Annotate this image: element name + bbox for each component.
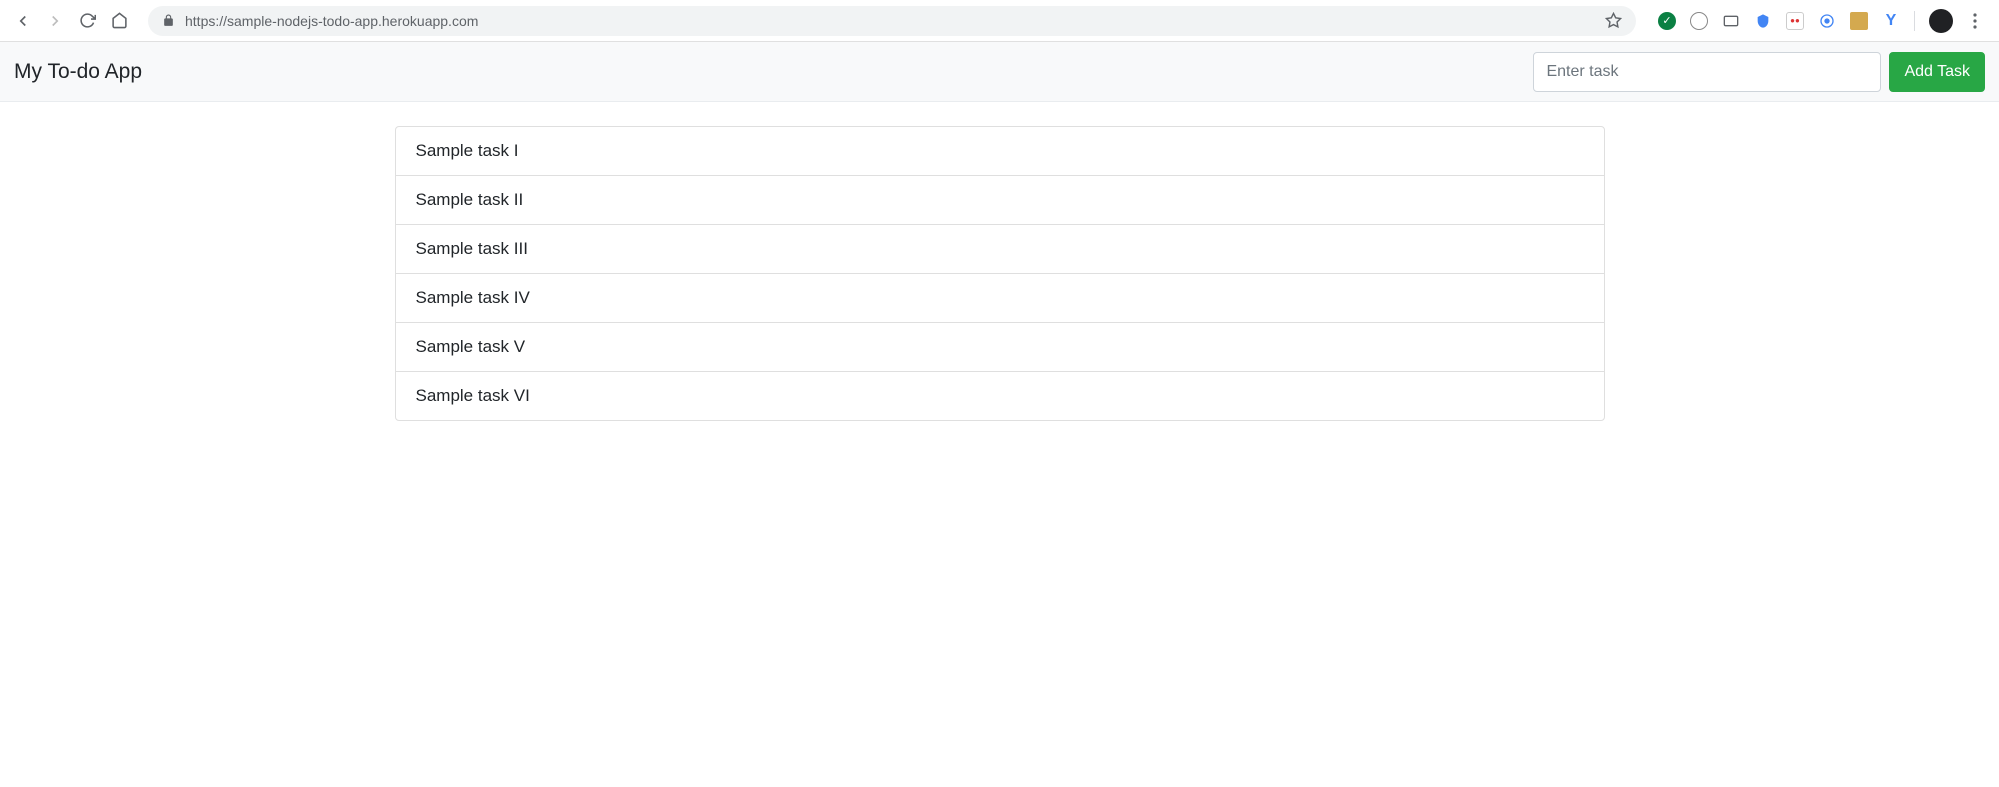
app-title: My To-do App [14,60,142,84]
app-header: My To-do App Add Task [0,42,1999,102]
address-bar[interactable]: https://sample-nodejs-todo-app.herokuapp… [148,6,1636,36]
add-task-button[interactable]: Add Task [1889,52,1985,92]
star-icon[interactable] [1605,12,1622,29]
reload-icon[interactable] [78,12,96,30]
extension-icon[interactable] [1850,12,1868,30]
extension-icon[interactable] [1818,12,1836,30]
extension-icon[interactable]: ✓ [1658,12,1676,30]
menu-icon[interactable] [1967,13,1983,29]
lock-icon [162,14,175,27]
content: Sample task I Sample task II Sample task… [0,102,1999,445]
forward-icon[interactable] [46,12,64,30]
extension-icon[interactable] [1754,12,1772,30]
browser-toolbar: https://sample-nodejs-todo-app.herokuapp… [0,0,1999,42]
url-text: https://sample-nodejs-todo-app.herokuapp… [185,13,1595,29]
extension-icon[interactable]: ●● [1786,12,1804,30]
extension-icon[interactable]: Y [1882,12,1900,30]
extension-icon[interactable] [1690,12,1708,30]
nav-buttons [8,12,134,30]
home-icon[interactable] [110,12,128,30]
extension-icons: ✓ ●● Y [1650,9,1991,33]
extension-icon[interactable] [1722,12,1740,30]
task-item[interactable]: Sample task V [396,323,1604,372]
divider [1914,11,1915,31]
task-form: Add Task [1533,52,1985,92]
task-input[interactable] [1533,52,1881,92]
task-item[interactable]: Sample task I [396,127,1604,176]
task-item[interactable]: Sample task VI [396,372,1604,420]
task-item[interactable]: Sample task IV [396,274,1604,323]
task-item[interactable]: Sample task II [396,176,1604,225]
back-icon[interactable] [14,12,32,30]
task-item[interactable]: Sample task III [396,225,1604,274]
task-list: Sample task I Sample task II Sample task… [395,126,1605,421]
avatar[interactable] [1929,9,1953,33]
